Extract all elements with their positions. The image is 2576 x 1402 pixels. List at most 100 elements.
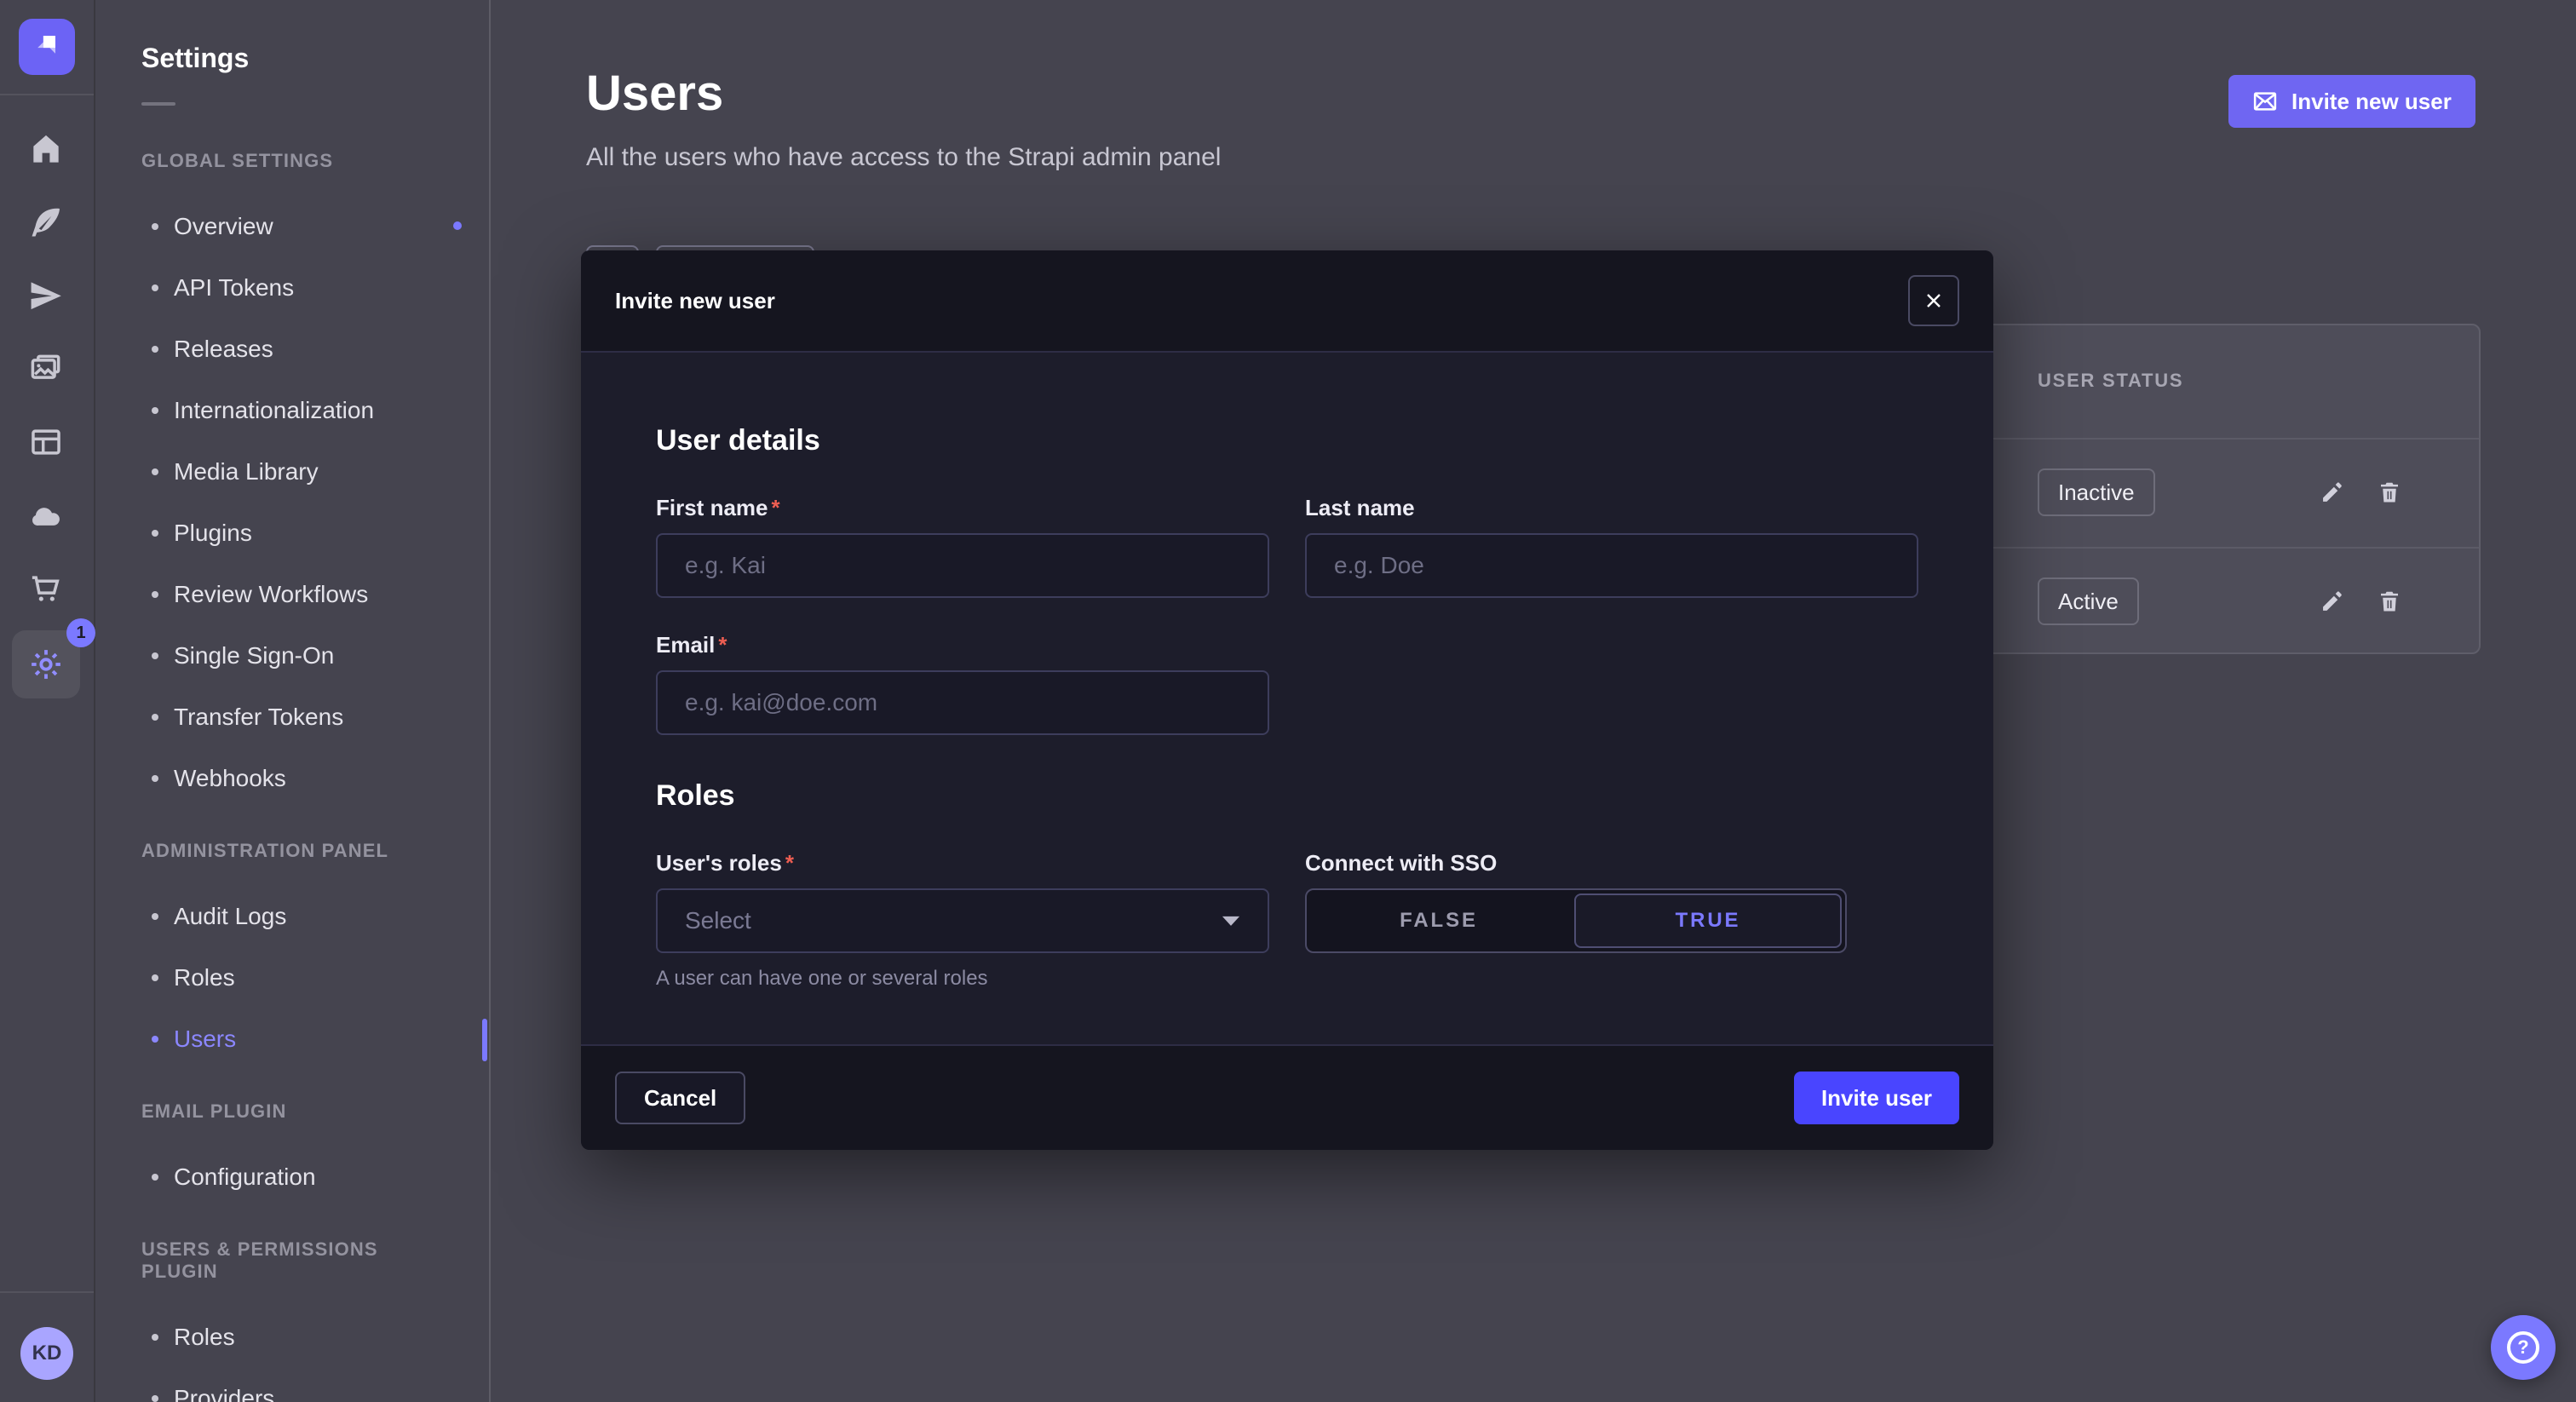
marketplace-nav-item[interactable] bbox=[0, 552, 94, 625]
users-roles-hint: A user can have one or several roles bbox=[656, 967, 1269, 991]
help-button[interactable]: ? bbox=[2491, 1315, 2556, 1380]
bullet-icon bbox=[152, 223, 158, 230]
sidebar-section-users-permissions-plugin: USERS & PERMISSIONS PLUGIN Roles Provide… bbox=[97, 1238, 489, 1402]
sidebar-scrollbar-thumb[interactable] bbox=[482, 1019, 487, 1061]
main-nav-rail: 1 KD bbox=[0, 0, 95, 1402]
user-details-heading: User details bbox=[656, 424, 1918, 457]
chevron-down-icon bbox=[1222, 914, 1240, 928]
roles-grid: User's roles* Select A user can have one… bbox=[656, 850, 1918, 991]
table-row-actions bbox=[2319, 479, 2438, 512]
bullet-icon bbox=[152, 407, 158, 414]
content-type-builder-nav-item[interactable] bbox=[0, 186, 94, 259]
bullet-icon bbox=[152, 652, 158, 659]
envelope-icon bbox=[2252, 89, 2278, 114]
sidebar-item-single-sign-on[interactable]: Single Sign-On bbox=[97, 625, 489, 687]
trash-icon bbox=[2377, 588, 2402, 621]
overview-notification-dot bbox=[453, 221, 462, 230]
bullet-icon bbox=[152, 530, 158, 537]
sidebar-section-label: GLOBAL SETTINGS bbox=[141, 150, 445, 172]
email-label: Email* bbox=[656, 632, 1269, 658]
user-status-column-header: USER STATUS bbox=[2038, 370, 2183, 392]
settings-sidebar: Settings GLOBAL SETTINGS Overview API To… bbox=[97, 0, 491, 1402]
sidebar-item-audit-logs[interactable]: Audit Logs bbox=[97, 886, 489, 947]
sidebar-item-users[interactable]: Users bbox=[97, 1008, 489, 1070]
content-manager-nav-item[interactable] bbox=[0, 405, 94, 479]
rail-divider bbox=[0, 94, 94, 95]
pencil-icon bbox=[2319, 479, 2346, 512]
sidebar-item-providers[interactable]: Providers bbox=[97, 1368, 489, 1402]
delete-user-button[interactable] bbox=[2377, 588, 2402, 621]
cart-icon bbox=[27, 570, 65, 607]
required-marker: * bbox=[785, 850, 794, 876]
strapi-logo[interactable] bbox=[19, 19, 75, 75]
sidebar-section-label: EMAIL PLUGIN bbox=[141, 1100, 445, 1123]
bullet-icon bbox=[152, 468, 158, 475]
sidebar-item-internationalization[interactable]: Internationalization bbox=[97, 380, 489, 441]
bullet-icon bbox=[152, 284, 158, 291]
bullet-icon bbox=[152, 346, 158, 353]
sidebar-item-configuration[interactable]: Configuration bbox=[97, 1146, 489, 1208]
settings-nav-item[interactable]: 1 bbox=[0, 625, 94, 698]
email-input[interactable] bbox=[656, 670, 1269, 735]
settings-title-divider bbox=[141, 102, 175, 106]
cloud-icon bbox=[27, 497, 65, 534]
sidebar-item-releases[interactable]: Releases bbox=[97, 319, 489, 380]
trash-icon bbox=[2377, 479, 2402, 512]
bullet-icon bbox=[152, 913, 158, 920]
roles-heading: Roles bbox=[656, 779, 1918, 813]
table-row-actions bbox=[2319, 588, 2438, 621]
last-name-field-group: Last name bbox=[1305, 495, 1918, 598]
sidebar-section-global-settings: GLOBAL SETTINGS Overview API Tokens Rele… bbox=[97, 150, 489, 809]
connect-with-sso-label: Connect with SSO bbox=[1305, 850, 1918, 876]
sidebar-item-admin-roles[interactable]: Roles bbox=[97, 947, 489, 1008]
sidebar-item-webhooks[interactable]: Webhooks bbox=[97, 748, 489, 809]
media-library-nav-item[interactable] bbox=[0, 332, 94, 405]
first-name-label: First name* bbox=[656, 495, 1269, 521]
users-roles-field-group: User's roles* Select A user can have one… bbox=[656, 850, 1269, 991]
invite-new-user-button[interactable]: Invite new user bbox=[2228, 75, 2475, 128]
sidebar-section-administration-panel: ADMINISTRATION PANEL Audit Logs Roles Us… bbox=[97, 840, 489, 1070]
status-badge: Inactive bbox=[2038, 468, 2155, 516]
sidebar-item-up-roles[interactable]: Roles bbox=[97, 1307, 489, 1368]
invite-user-submit-button[interactable]: Invite user bbox=[1794, 1072, 1959, 1124]
status-badge: Active bbox=[2038, 577, 2139, 625]
sidebar-item-api-tokens[interactable]: API Tokens bbox=[97, 257, 489, 319]
settings-gear-icon bbox=[27, 646, 65, 683]
home-nav-item[interactable] bbox=[0, 112, 94, 186]
sso-field-group: Connect with SSO FALSE TRUE bbox=[1305, 850, 1918, 991]
sidebar-item-review-workflows[interactable]: Review Workflows bbox=[97, 564, 489, 625]
edit-user-button[interactable] bbox=[2319, 588, 2346, 621]
sidebar-item-overview[interactable]: Overview bbox=[97, 196, 489, 257]
delete-user-button[interactable] bbox=[2377, 479, 2402, 512]
users-roles-select[interactable]: Select bbox=[656, 888, 1269, 953]
modal-close-button[interactable] bbox=[1908, 275, 1959, 326]
sidebar-item-plugins[interactable]: Plugins bbox=[97, 503, 489, 564]
deploy-nav-item[interactable] bbox=[0, 259, 94, 332]
strapi-admin-app: 1 KD Settings GLOBAL SETTINGS Overview A… bbox=[0, 0, 2576, 1402]
bullet-icon bbox=[152, 591, 158, 598]
bullet-icon bbox=[152, 1036, 158, 1043]
send-icon bbox=[27, 277, 65, 314]
modal-footer: Cancel Invite user bbox=[581, 1044, 1993, 1150]
sidebar-item-media-library[interactable]: Media Library bbox=[97, 441, 489, 503]
home-icon bbox=[27, 130, 65, 168]
invite-new-user-modal: Invite new user User details First name* bbox=[581, 250, 1993, 1150]
cloud-nav-item[interactable] bbox=[0, 479, 94, 552]
question-mark-icon: ? bbox=[2507, 1331, 2539, 1364]
bullet-icon bbox=[152, 1174, 158, 1181]
rail-nav-items: 1 bbox=[0, 112, 92, 698]
edit-user-button[interactable] bbox=[2319, 479, 2346, 512]
first-name-input[interactable] bbox=[656, 533, 1269, 598]
grid-spacer bbox=[1305, 632, 1918, 735]
required-marker: * bbox=[772, 495, 780, 521]
sso-option-true[interactable]: TRUE bbox=[1574, 893, 1842, 948]
user-avatar[interactable]: KD bbox=[20, 1327, 73, 1380]
cancel-button[interactable]: Cancel bbox=[615, 1072, 745, 1124]
modal-body: User details First name* Last name bbox=[581, 353, 1993, 1044]
sso-option-false[interactable]: FALSE bbox=[1307, 890, 1571, 951]
last-name-label: Last name bbox=[1305, 495, 1918, 521]
content-manager-icon bbox=[27, 423, 65, 461]
sidebar-item-transfer-tokens[interactable]: Transfer Tokens bbox=[97, 687, 489, 748]
required-marker: * bbox=[718, 632, 727, 658]
last-name-input[interactable] bbox=[1305, 533, 1918, 598]
